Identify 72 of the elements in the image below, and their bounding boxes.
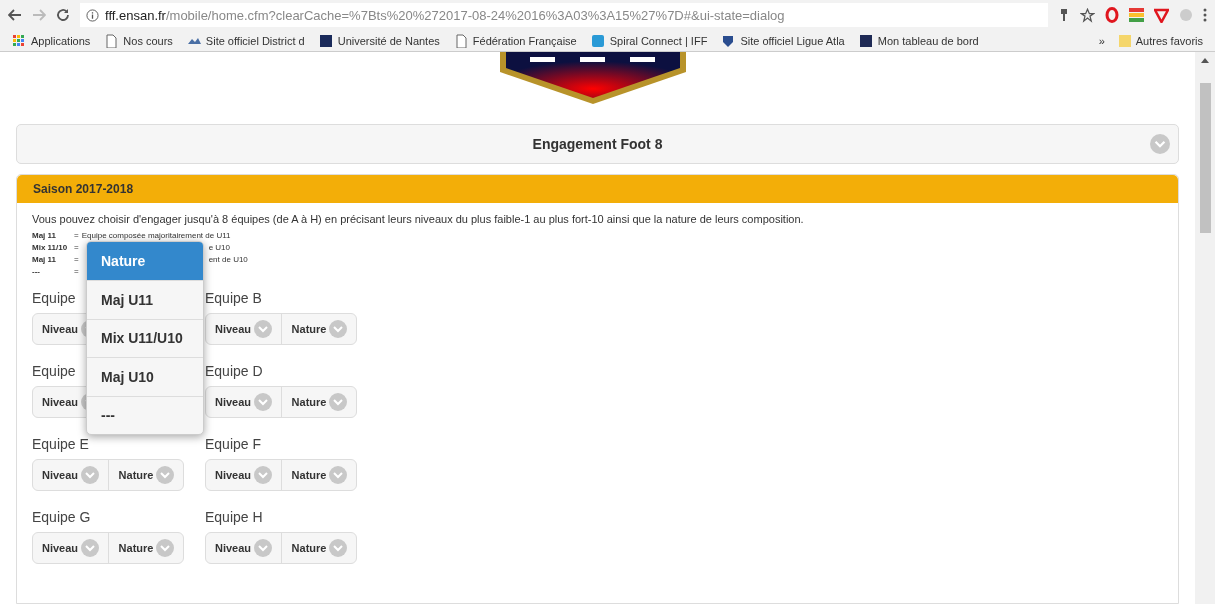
select-button[interactable]: Niveau	[33, 533, 109, 563]
select-button[interactable]: Niveau	[206, 460, 282, 490]
team-label: Equipe	[32, 290, 76, 306]
square-icon	[318, 33, 333, 48]
bookmark-link[interactable]: Spiral Connect | IFF	[609, 34, 708, 47]
panel-title: Saison 2017-2018	[17, 175, 1178, 203]
select-button[interactable]: Niveau	[206, 387, 282, 417]
legend-text: ent de U10	[208, 254, 248, 266]
back-icon[interactable]	[8, 9, 22, 21]
info-icon	[86, 8, 99, 22]
select-button[interactable]: Nature	[282, 387, 356, 417]
team-label: Equipe G	[32, 509, 91, 525]
more-bookmarks-button[interactable]: »	[1098, 34, 1105, 47]
menu-option[interactable]: Maj U10	[87, 357, 203, 396]
equals-sign: =	[74, 254, 79, 266]
select-button[interactable]: Niveau	[206, 314, 282, 344]
shield-icon[interactable]	[1154, 7, 1169, 23]
bookmark-link[interactable]: Fédération Française	[472, 34, 577, 47]
folder-icon	[1118, 33, 1131, 48]
legend-term: Mix 11/10	[32, 242, 69, 254]
equals-sign: =	[74, 242, 79, 254]
menu-option[interactable]: Mix U11/U10	[87, 318, 203, 357]
menu-option[interactable]: ---	[87, 395, 203, 434]
scrollbar[interactable]	[1195, 52, 1215, 604]
spiral-icon	[590, 33, 605, 48]
legend-term: Maj 11	[32, 254, 57, 266]
team-label: Equipe B	[205, 290, 262, 306]
select-button[interactable]: Nature	[282, 533, 356, 563]
key-icon[interactable]	[1058, 8, 1070, 22]
select-button[interactable]: Nature	[282, 460, 356, 490]
reload-icon[interactable]	[56, 8, 70, 22]
page-icon	[453, 33, 468, 48]
apps-icon	[12, 33, 26, 48]
menu-icon[interactable]	[1203, 8, 1207, 22]
select-button[interactable]: Nature	[109, 460, 183, 490]
address-bar[interactable]: fff.ensan.fr/mobile/home.cfm?clearCache=%7Bts%20%272017-08-24%2016%3A03%3A15%27%7D#&ui-state=dialog	[80, 3, 1048, 27]
legend-text: e U10	[208, 242, 231, 254]
bookmark-link[interactable]: Applications	[31, 34, 91, 47]
team-label: Equipe	[32, 363, 76, 379]
scrollbar-thumb[interactable]	[1199, 83, 1211, 233]
bookmark-link[interactable]: Site officiel District d	[205, 34, 305, 47]
legend-term: ---	[32, 266, 41, 278]
bookmark-link[interactable]: Site officiel Ligue Atla	[740, 34, 845, 47]
select-button[interactable]: Niveau	[206, 533, 282, 563]
menu-title: Nature	[87, 242, 203, 280]
shield-icon	[721, 33, 736, 48]
select-button[interactable]: Nature	[109, 533, 183, 563]
team-label: Equipe F	[205, 436, 262, 452]
team-label: Equipe E	[32, 436, 89, 452]
select-button[interactable]: Nature	[282, 314, 356, 344]
up-arrow-icon[interactable]	[1201, 58, 1209, 63]
legend-text: Equipe composée majoritairement de U11	[81, 230, 231, 242]
url-path: /mobile/home.cfm?clearCache=%7Bts%20%272017-08-24%2016%3A03%3A15%27%7D#&ui-state=dialog	[165, 7, 785, 23]
team-label: Equipe H	[205, 509, 263, 525]
legend-term: Maj 11	[32, 230, 57, 242]
square-icon	[858, 33, 873, 48]
team-label: Equipe D	[205, 363, 263, 379]
intro-text: Vous pouvez choisir d'engager jusqu'à 8 équipes (de A à H) en précisant leurs niveaux du plus faible-1 au plus fort-10 ainsi que la nature de leurs composition.	[32, 213, 805, 225]
ring-icon[interactable]	[1105, 7, 1119, 23]
bookmark-folder[interactable]: Autres favoris	[1135, 34, 1203, 47]
bookmark-link[interactable]: Université de Nantes	[337, 34, 440, 47]
collapsible-header[interactable]: Engagement Foot 8	[16, 124, 1179, 164]
color-bars-icon[interactable]	[1129, 8, 1144, 22]
bookmark-link[interactable]: Mon tableau de bord	[877, 34, 979, 47]
url-host: fff.ensan.fr	[105, 7, 166, 23]
menu-option[interactable]: Maj U11	[87, 280, 203, 319]
equals-sign: =	[74, 230, 79, 242]
equals-sign: =	[74, 266, 79, 278]
star-icon[interactable]	[1080, 7, 1095, 23]
page-icon	[104, 33, 119, 48]
select-button[interactable]: Niveau	[33, 460, 109, 490]
bookmark-link[interactable]: Nos cours	[123, 34, 173, 47]
